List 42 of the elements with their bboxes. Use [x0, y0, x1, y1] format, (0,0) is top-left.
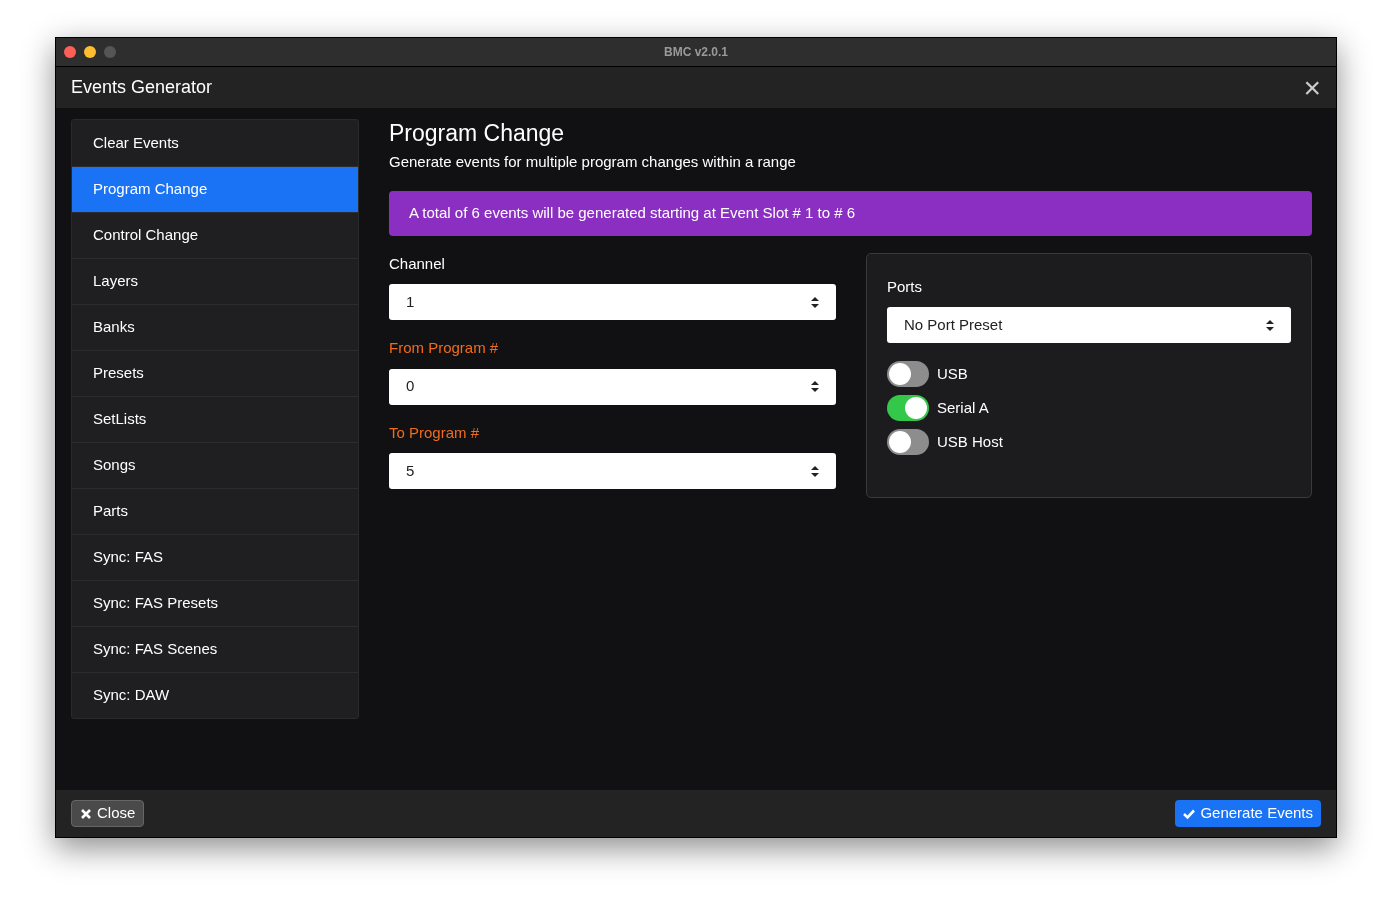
close-button[interactable]: Close: [71, 800, 145, 827]
sidebar-item[interactable]: SetLists: [72, 396, 358, 442]
number-select[interactable]: 1: [389, 284, 836, 320]
sidebar-item[interactable]: Sync: FAS Presets: [72, 580, 358, 626]
port-preset-select[interactable]: No Port Preset: [887, 307, 1291, 343]
toggle-switch[interactable]: [887, 429, 929, 455]
field-label: To Program #: [389, 422, 481, 443]
select-arrows-icon: [811, 296, 819, 308]
select-arrows-icon: [811, 381, 819, 392]
sidebar-item[interactable]: Sync: DAW: [72, 672, 358, 718]
minimize-window-icon[interactable]: [84, 46, 96, 58]
select-arrows-icon: [1266, 319, 1274, 331]
window-title: BMC v2.0.1: [664, 44, 728, 61]
generate-button[interactable]: Generate Events: [1175, 800, 1321, 827]
field-label: Channel: [389, 253, 446, 274]
toggle-label: Serial A: [937, 397, 989, 418]
section-subtitle: Generate events for multiple program changes within a range: [389, 152, 797, 172]
ports-label: Ports: [887, 276, 923, 297]
number-select[interactable]: 5: [389, 453, 836, 489]
toggle-switch[interactable]: [887, 361, 929, 387]
section-title: Program Change: [389, 119, 566, 147]
dialog-title: Events Generator: [71, 76, 213, 99]
sidebar-item[interactable]: Program Change: [72, 166, 358, 212]
sidebar-item[interactable]: Layers: [72, 258, 358, 304]
number-select[interactable]: 0: [389, 368, 836, 405]
toggle-switch[interactable]: [887, 395, 929, 421]
x-icon: [80, 807, 92, 820]
field-label: From Program #: [389, 338, 500, 358]
sidebar-item[interactable]: Control Change: [72, 212, 358, 258]
sidebar-item[interactable]: Sync: FAS: [72, 534, 358, 580]
info-banner: A total of 6 events will be generated starting at Event Slot # 1 to # 6: [389, 190, 1312, 236]
close-window-icon[interactable]: [64, 46, 76, 58]
sidebar-item[interactable]: Clear Events: [72, 120, 358, 166]
toggle-label: USB: [937, 363, 968, 384]
toggle-label: USB Host: [937, 431, 1003, 452]
checkmark-icon: [1183, 807, 1196, 820]
sidebar-item[interactable]: Sync: FAS Scenes: [72, 626, 358, 672]
select-arrows-icon: [811, 465, 819, 477]
sidebar-item[interactable]: Banks: [72, 304, 358, 350]
sidebar-item[interactable]: Presets: [72, 350, 358, 396]
sidebar-item[interactable]: Parts: [72, 488, 358, 534]
sidebar-item[interactable]: Songs: [72, 442, 358, 488]
